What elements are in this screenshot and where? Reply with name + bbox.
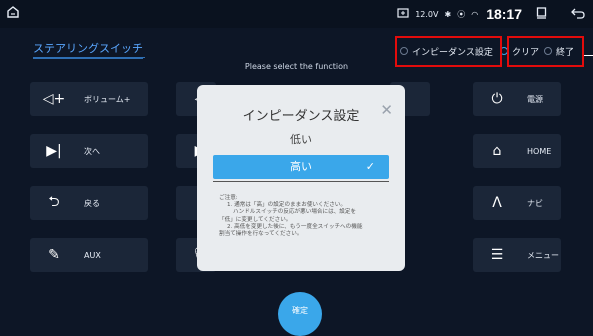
confirm-label: 確定 — [292, 306, 308, 315]
navigation-icon: Λ — [492, 195, 502, 211]
power-icon: ⏻ — [491, 91, 503, 107]
button-label: メニュー — [527, 250, 559, 260]
button-label: HOME — [527, 146, 552, 156]
button-label: AUX — [84, 250, 101, 260]
note-line: ハンドルスイッチの反応が悪い場合には、設定を — [233, 209, 357, 216]
bluetooth-icon: ✱ — [444, 9, 452, 19]
home-icon: ⌂ — [492, 143, 502, 159]
back-icon[interactable] — [571, 7, 585, 21]
button-menu[interactable]: ☰ メニュー — [473, 238, 561, 272]
button-volume-up[interactable]: ◁+ ボリューム+ — [30, 82, 148, 116]
close-icon[interactable]: ✕ — [380, 101, 393, 119]
voltage-readout: 12.0V — [415, 9, 439, 19]
confirm-button[interactable]: 確定 — [278, 292, 322, 336]
note-line: 割当て操作を行なってください。 — [219, 231, 303, 238]
highlight-box-impedance — [395, 36, 502, 67]
button-navi[interactable]: Λ ナビ — [473, 186, 561, 220]
menu-icon: ☰ — [490, 247, 504, 263]
note-line: 「低」に変更してください。 — [219, 216, 292, 223]
status-bar: 12.0V ✱ ⦿ ◠ 18:17 — [0, 0, 593, 28]
volume-up-icon: ◁+ — [42, 91, 66, 107]
check-icon: ✓ — [365, 160, 375, 173]
clock: 18:17 — [486, 6, 522, 22]
button-label: 次へ — [84, 146, 100, 156]
title-underline — [33, 57, 145, 58]
button-next[interactable]: ▶| 次へ — [30, 134, 148, 168]
note-line: 2. 高低を変更した後に、もう一度全スイッチへの機能 — [227, 223, 363, 230]
button-aux[interactable]: ✎ AUX — [30, 238, 148, 272]
aux-icon: ✎ — [48, 247, 60, 263]
button-label: ナビ — [527, 198, 543, 208]
option-high-label: 高い — [290, 160, 312, 173]
option-divider — [213, 181, 389, 182]
impedance-modal: インピーダンス設定 ✕ 低い 高い ✓ ご注意: 1. 通常は「高」の設定のまま… — [197, 85, 405, 271]
option-low[interactable]: 低い — [213, 129, 389, 151]
button-home[interactable]: ⌂ HOME — [473, 134, 561, 168]
next-track-icon: ▶| — [46, 143, 62, 159]
button-label: 戻る — [84, 198, 100, 208]
dashcam-icon — [397, 8, 409, 20]
button-power[interactable]: ⏻ 電源 — [473, 82, 561, 116]
button-label: ボリューム+ — [84, 94, 131, 104]
option-high[interactable]: 高い ✓ — [213, 155, 389, 179]
window-icon[interactable] — [536, 7, 547, 21]
edge-mark — [584, 55, 593, 56]
back-arrow-icon: ⮌ — [48, 194, 60, 210]
button-label: 電源 — [527, 94, 543, 104]
button-back[interactable]: ⮌ 戻る — [30, 186, 148, 220]
home-outline-icon[interactable] — [6, 5, 20, 19]
highlight-box-clear-exit — [507, 36, 584, 67]
modal-note: ご注意: 1. 通常は「高」の設定のままお使いください。 ハンドルスイッチの反応… — [219, 195, 399, 238]
function-hint: Please select the function — [244, 62, 349, 71]
wifi-icon: ◠ — [471, 9, 479, 19]
location-icon: ⦿ — [457, 9, 466, 19]
modal-title: インピーダンス設定 — [242, 109, 360, 124]
